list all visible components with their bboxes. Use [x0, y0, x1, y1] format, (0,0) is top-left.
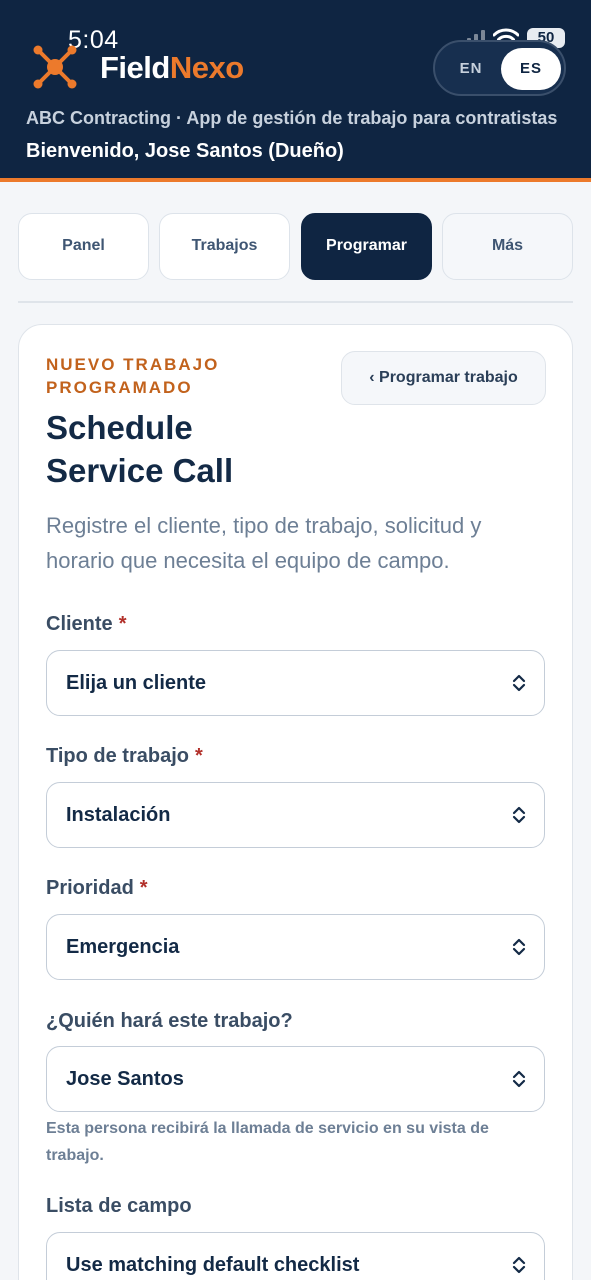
required-mark: *: [194, 745, 203, 767]
job-type-label: Tipo de trabajo *: [46, 745, 203, 768]
tab-panel[interactable]: Panel: [18, 213, 149, 280]
tab-mas[interactable]: Más: [442, 213, 573, 280]
client-select[interactable]: Elija un cliente: [46, 650, 545, 716]
required-mark: *: [139, 877, 148, 899]
brand-name-part2: Nexo: [169, 50, 244, 85]
job-type-label-text: Tipo de trabajo: [46, 745, 189, 767]
checklist-select[interactable]: Use matching default checklist: [46, 1232, 545, 1280]
job-type-select[interactable]: Instalación: [46, 782, 545, 848]
client-select-value: Elija un cliente: [66, 672, 207, 694]
assignee-select-value: Jose Santos: [66, 1068, 184, 1090]
welcome-message: Bienvenido, Jose Santos (Dueño): [26, 140, 344, 162]
app-header: 5:04 50 FieldNexo EN ES ABC Contracting …: [0, 0, 591, 182]
main-tabs: Panel Trabajos Programar Más: [18, 213, 573, 280]
back-to-schedule-button[interactable]: ‹ Programar trabajo: [341, 351, 546, 405]
assignee-helper-text: Esta persona recibirá la llamada de serv…: [46, 1120, 489, 1164]
language-en-button[interactable]: EN: [441, 48, 501, 90]
brand-wordmark: FieldNexo: [100, 50, 244, 86]
checklist-select-value: Use matching default checklist: [66, 1254, 360, 1276]
chevron-up-down-icon: [512, 1070, 526, 1088]
chevron-up-down-icon: [512, 1256, 526, 1274]
priority-select[interactable]: Emergencia: [46, 914, 545, 980]
language-toggle: EN ES: [433, 40, 566, 96]
tab-programar[interactable]: Programar: [301, 213, 432, 280]
priority-label-text: Prioridad: [46, 877, 134, 899]
tabs-divider: [18, 301, 573, 303]
tab-trabajos[interactable]: Trabajos: [159, 213, 290, 280]
brand-name-part1: Field: [100, 50, 170, 85]
chevron-up-down-icon: [512, 674, 526, 692]
chevron-up-down-icon: [512, 806, 526, 824]
priority-select-value: Emergencia: [66, 936, 180, 958]
assignee-select[interactable]: Jose Santos: [46, 1046, 545, 1112]
page-description: Registre el cliente, tipo de trabajo, so…: [46, 513, 482, 573]
language-es-button[interactable]: ES: [501, 48, 561, 90]
chevron-up-down-icon: [512, 938, 526, 956]
fieldnexo-logo-icon: [33, 45, 77, 89]
client-label: Cliente *: [46, 613, 126, 636]
form-eyebrow: NUEVO TRABAJO PROGRAMADO: [46, 355, 220, 397]
checklist-label: Lista de campo: [46, 1195, 192, 1217]
assignee-label: ¿Quién hará este trabajo?: [46, 1010, 293, 1032]
job-type-select-value: Instalación: [66, 804, 171, 826]
priority-label: Prioridad *: [46, 877, 148, 900]
page-title: Schedule Service Call: [46, 409, 234, 489]
company-line: ABC Contracting · App de gestión de trab…: [26, 108, 558, 128]
required-mark: *: [118, 613, 127, 635]
client-label-text: Cliente: [46, 613, 113, 635]
